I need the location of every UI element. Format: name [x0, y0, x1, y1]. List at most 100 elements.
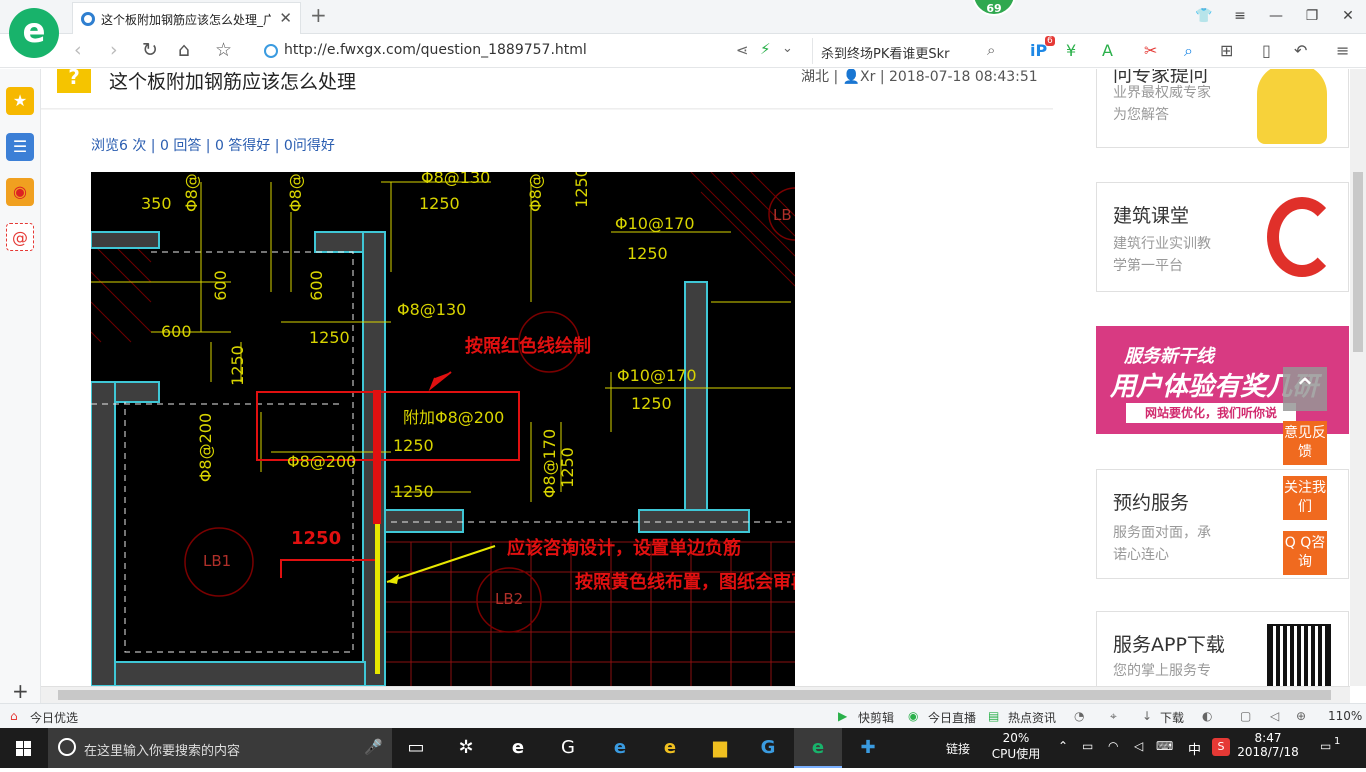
- volume-tray-icon[interactable]: ◁: [1134, 739, 1143, 753]
- horizontal-scrollbar[interactable]: [41, 686, 1350, 703]
- ie-icon[interactable]: e: [646, 728, 694, 768]
- reading-list-icon[interactable]: ☰: [6, 133, 34, 161]
- chevron-down-icon[interactable]: ⌄: [782, 41, 793, 56]
- task-view-icon[interactable]: ▭: [392, 728, 440, 768]
- address-bar[interactable]: http://e.fwxgx.com/question_1889757.html…: [258, 38, 808, 64]
- new-tab-button[interactable]: +: [310, 3, 327, 27]
- search-input[interactable]: 杀到终场PK看谁更Skr: [821, 43, 950, 62]
- restore-button[interactable]: ❐: [1294, 0, 1330, 32]
- start-button[interactable]: [0, 728, 48, 768]
- close-button[interactable]: ✕: [1330, 0, 1366, 32]
- scissors-icon[interactable]: ✂: [1144, 41, 1157, 60]
- ime-indicator[interactable]: 中: [1188, 739, 1201, 758]
- add-sidebar-icon[interactable]: +: [12, 679, 29, 703]
- qq-consult-button[interactable]: Q Q咨询: [1283, 531, 1327, 575]
- translate-icon[interactable]: A: [1102, 41, 1113, 60]
- edge-icon[interactable]: e: [596, 728, 644, 768]
- status-item[interactable]: 今日直播: [928, 709, 976, 726]
- clean-icon[interactable]: ◐: [1202, 709, 1212, 723]
- file-explorer-icon[interactable]: ▆: [696, 728, 744, 768]
- horizontal-scroll-thumb[interactable]: [58, 690, 1331, 700]
- vertical-scroll-thumb[interactable]: [1353, 172, 1363, 352]
- app-plus-icon[interactable]: ✚: [844, 728, 892, 768]
- cad-label: 1250: [393, 436, 434, 455]
- keyboard-icon[interactable]: ⌨: [1156, 739, 1173, 753]
- pin-icon[interactable]: ⌖: [1110, 709, 1117, 724]
- back-to-top-button[interactable]: ⌃: [1283, 367, 1327, 411]
- home-icon[interactable]: ⌂: [178, 39, 190, 61]
- notification-badge[interactable]: 69: [972, 0, 1016, 16]
- browser-tab[interactable]: 这个板附加钢筋应该怎么处理_广 ✕: [72, 2, 301, 34]
- favorites-star-icon[interactable]: ★: [6, 87, 34, 115]
- email-icon[interactable]: @: [6, 223, 34, 251]
- forward-icon[interactable]: ›: [110, 39, 118, 61]
- microphone-icon[interactable]: 🎤: [364, 738, 383, 756]
- active-browser-icon[interactable]: e: [794, 728, 842, 768]
- download-label[interactable]: 下载: [1160, 709, 1184, 726]
- browser-logo-icon[interactable]: e: [9, 8, 59, 58]
- class-card[interactable]: 建筑课堂 建筑行业实训教 学第一平台: [1096, 182, 1349, 292]
- zoom-level[interactable]: 110%: [1328, 709, 1362, 723]
- volume-icon[interactable]: ◁: [1270, 709, 1279, 723]
- weibo-icon[interactable]: ◉: [6, 178, 34, 206]
- pinwheel-app-icon[interactable]: ✲: [442, 728, 490, 768]
- speed-icon[interactable]: ◔: [1074, 709, 1084, 723]
- menu-icon[interactable]: ≡: [1222, 0, 1258, 32]
- taskbar-search-input[interactable]: 在这里输入你要搜索的内容: [84, 740, 240, 759]
- main-menu-icon[interactable]: ≡: [1336, 41, 1349, 60]
- cad-label: 600: [210, 270, 230, 301]
- browser-e-icon[interactable]: e: [494, 728, 542, 768]
- favorite-star-icon[interactable]: ☆: [215, 39, 232, 61]
- question-stats[interactable]: 浏览6 次 | 0 回答 | 0 答得好 | 0问得好: [91, 135, 335, 155]
- battery-icon[interactable]: ▭: [1082, 739, 1093, 753]
- antivirus-icon[interactable]: S: [1212, 738, 1230, 756]
- reader-icon[interactable]: ▯: [1262, 41, 1271, 60]
- app-card[interactable]: 服务APP下载 您的掌上服务专: [1096, 611, 1349, 686]
- close-tab-icon[interactable]: ✕: [279, 9, 292, 27]
- feedback-button[interactable]: 意见反馈: [1283, 421, 1327, 465]
- back-icon[interactable]: ‹: [74, 39, 82, 61]
- status-bar: ⌂ 今日优选 ▶ 快剪辑 ◉ 今日直播 ▤ 热点资讯 ◔ ⌖ ↓ 下载 ◐ ▢ …: [0, 703, 1366, 728]
- link-label[interactable]: 链接: [946, 740, 970, 757]
- cad-label: Φ8@2: [181, 172, 201, 212]
- vertical-scrollbar[interactable]: [1350, 69, 1366, 686]
- dimension-label: 1250: [291, 528, 342, 549]
- apps-icon[interactable]: ⊞: [1220, 41, 1233, 60]
- status-item[interactable]: 快剪辑: [858, 709, 894, 726]
- clock[interactable]: 8:47 2018/7/18: [1236, 731, 1300, 759]
- today-pick-label[interactable]: 今日优选: [30, 709, 78, 726]
- site-favicon-icon: [81, 12, 95, 26]
- annotation-red-line: 按照红色线绘制: [465, 336, 591, 357]
- undo-icon[interactable]: ↶: [1294, 41, 1307, 60]
- follow-button[interactable]: 关注我们: [1283, 476, 1327, 520]
- lightning-icon[interactable]: ⚡: [760, 40, 771, 58]
- url-text[interactable]: http://e.fwxgx.com/question_1889757.html: [284, 42, 587, 58]
- wifi-icon[interactable]: ◠: [1108, 739, 1118, 753]
- skin-icon[interactable]: 👕: [1186, 0, 1222, 32]
- tray-chevron-icon[interactable]: ⌃: [1058, 739, 1068, 753]
- minimize-button[interactable]: —: [1258, 0, 1294, 32]
- app-g-icon[interactable]: G: [744, 728, 792, 768]
- action-center-icon[interactable]: ▭: [1320, 739, 1331, 753]
- share-icon[interactable]: ⋖: [736, 41, 749, 59]
- cad-label: Φ8@130: [397, 300, 467, 319]
- service-card-title: 预约服务: [1113, 492, 1190, 514]
- refresh-icon[interactable]: ↻: [142, 39, 158, 61]
- tab-bar: 这个板附加钢筋应该怎么处理_广 ✕ + 69 👕 ≡ — ❐ ✕: [0, 0, 1366, 34]
- window-icon[interactable]: ▢: [1240, 709, 1251, 723]
- cad-label: 1250: [557, 447, 577, 488]
- cpu-usage[interactable]: 20% CPU使用: [990, 731, 1042, 762]
- magnifier-icon[interactable]: ⌕: [1184, 41, 1193, 61]
- money-shield-icon[interactable]: ¥: [1066, 41, 1076, 60]
- question-content: 浏览6 次 | 0 回答 | 0 答得好 | 0问得好 350 1250 125…: [41, 110, 1053, 686]
- cad-label: 1250: [419, 194, 460, 213]
- expert-card[interactable]: 问专家提问 业界最权威专家 为您解答: [1096, 69, 1349, 148]
- search-icon[interactable]: ⌕: [987, 41, 995, 59]
- search-box[interactable]: 杀到终场PK看谁更Skr ⌕: [812, 38, 1010, 64]
- cad-label: 350: [141, 194, 172, 213]
- cpu-label: CPU使用: [991, 747, 1041, 761]
- status-item[interactable]: 热点资讯: [1008, 709, 1056, 726]
- app-swirl-icon[interactable]: G: [544, 728, 592, 768]
- question-mark-icon: ?: [57, 69, 91, 93]
- taskbar-search[interactable]: 在这里输入你要搜索的内容 🎤: [48, 728, 392, 768]
